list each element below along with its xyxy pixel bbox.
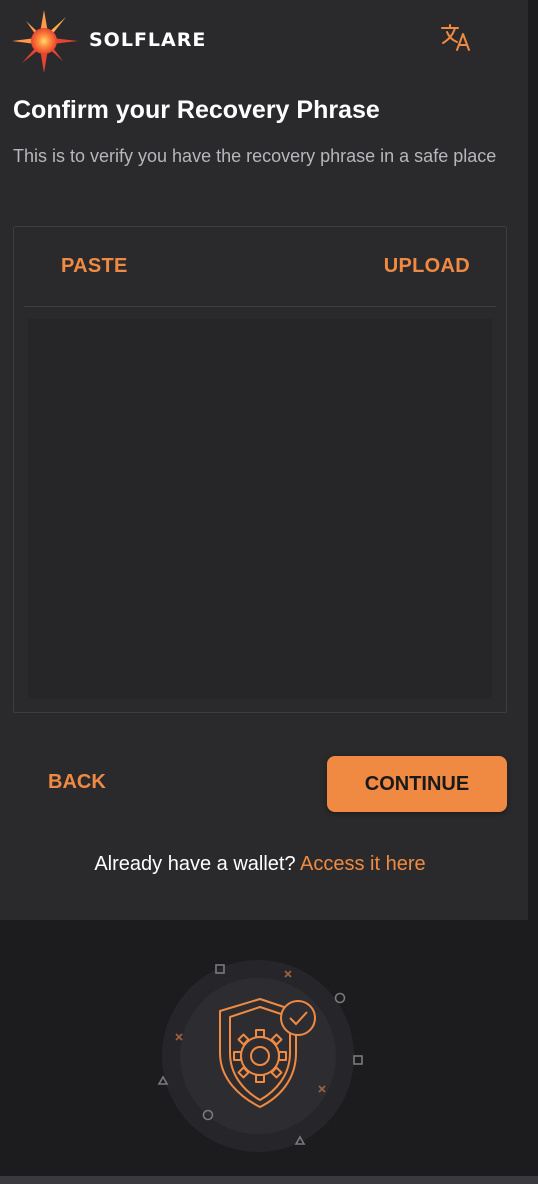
main-panel: SOLFLARE Confirm your Recovery Phrase Th… <box>0 0 528 920</box>
bottom-edge <box>0 1176 538 1184</box>
back-button[interactable]: BACK <box>48 771 106 794</box>
shield-gear-check-icon <box>157 960 363 1152</box>
window-edge <box>528 0 538 1184</box>
sun-burst-icon <box>12 10 78 73</box>
brand-name: SOLFLARE <box>89 29 207 51</box>
tab-upload[interactable]: UPLOAD <box>384 255 470 278</box>
translate-icon[interactable] <box>438 22 474 54</box>
recovery-phrase-input[interactable] <box>28 319 492 699</box>
header: SOLFLARE <box>0 0 528 84</box>
access-wallet-link[interactable]: Access it here <box>300 853 426 875</box>
tab-paste[interactable]: PASTE <box>61 255 128 278</box>
page-subtitle: This is to verify you have the recovery … <box>13 146 497 166</box>
page-title: Confirm your Recovery Phrase <box>13 96 380 124</box>
existing-wallet-prompt: Already have a wallet? Access it here <box>0 853 520 876</box>
recovery-phrase-box: PASTE UPLOAD <box>13 226 507 713</box>
existing-wallet-text: Already have a wallet? <box>94 853 296 875</box>
phrase-input-tabs: PASTE UPLOAD <box>24 227 496 307</box>
continue-button[interactable]: CONTINUE <box>327 756 507 812</box>
